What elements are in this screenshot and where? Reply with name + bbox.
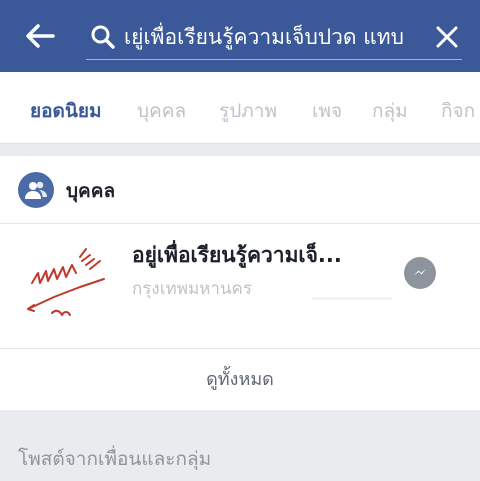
posts-section-title: โพสต์จากเพื่อนและกลุ่ม	[18, 448, 212, 470]
see-all-button[interactable]: ดูทั้งหมด	[0, 350, 480, 410]
search-input[interactable]	[124, 20, 426, 54]
section-title: บุคคล	[66, 180, 116, 202]
result-location: กรุงเทพมหานคร	[132, 279, 253, 299]
people-section-header: บุคคล	[0, 156, 480, 224]
messenger-button[interactable]	[404, 257, 436, 289]
avatar	[24, 239, 108, 323]
person-result[interactable]: อยู่เพื่อเรียนรู้ความเจ็... กรุงเทพมหานค…	[0, 225, 480, 349]
people-icon	[18, 172, 54, 208]
search-bar	[86, 14, 462, 60]
tab-people[interactable]: บุคคล	[137, 96, 186, 126]
tab-groups[interactable]: กลุ่ม	[372, 96, 408, 126]
tab-events[interactable]: กิจก	[441, 96, 475, 126]
posts-section: โพสต์จากเพื่อนและกลุ่ม	[0, 410, 480, 481]
search-icon	[91, 25, 115, 49]
top-bar	[0, 0, 480, 72]
back-button[interactable]	[22, 20, 58, 52]
tab-pages[interactable]: เพจ	[312, 96, 342, 126]
tab-top[interactable]: ยอดนิยม	[30, 96, 102, 126]
tab-photos[interactable]: รูปภาพ	[219, 96, 277, 126]
result-name: อยู่เพื่อเรียนรู้ความเจ็...	[132, 243, 342, 267]
people-section: บุคคล อยู่เพื่อเรียนรู้ความเจ็... กรุงเท…	[0, 156, 480, 410]
divider	[312, 297, 392, 300]
close-icon[interactable]	[434, 24, 460, 50]
messenger-icon	[414, 269, 426, 275]
search-filter-tabs: ยอดนิยม บุคคล รูปภาพ เพจ กลุ่ม กิจก	[0, 72, 480, 144]
arrow-left-icon	[26, 24, 55, 48]
